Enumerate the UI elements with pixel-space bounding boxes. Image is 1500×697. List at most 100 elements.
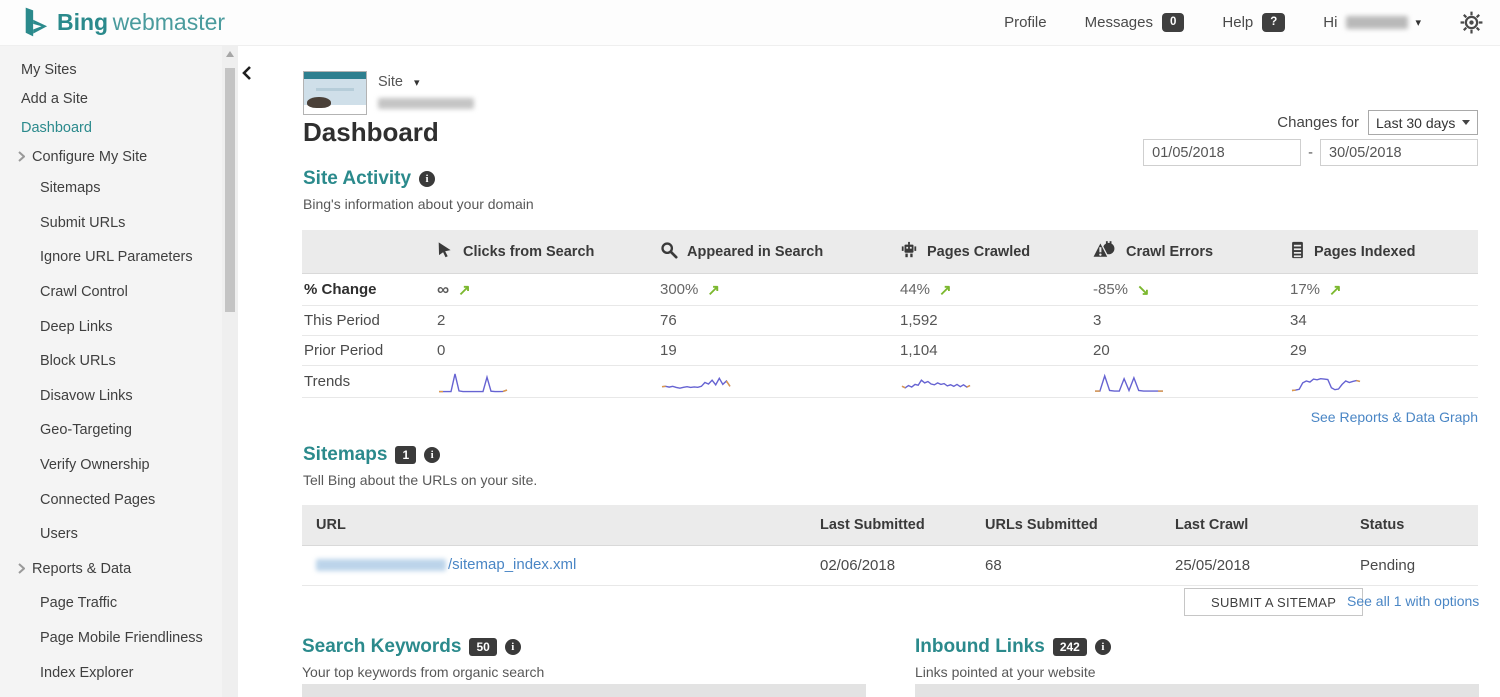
inbound-links-title[interactable]: Inbound Links	[915, 636, 1045, 658]
date-from-input[interactable]	[1143, 139, 1301, 166]
sitemaps-subtitle: Tell Bing about the URLs on your site.	[303, 472, 537, 488]
sidebar-item-configure-my-site[interactable]: Configure My Site	[0, 142, 238, 171]
activity-column-crawl-errors: Crawl Errors	[1086, 240, 1283, 263]
sidebar-item-disavow-links[interactable]: Disavow Links	[0, 379, 238, 414]
sitemap-urls-submitted: 68	[960, 557, 1150, 574]
profile-link[interactable]: Profile	[1004, 14, 1047, 31]
sitemaps-title[interactable]: Sitemaps	[303, 444, 387, 466]
sidebar-item-block-urls[interactable]: Block URLs	[0, 344, 238, 379]
sidebar-item-geo-targeting[interactable]: Geo-Targeting	[0, 413, 238, 448]
search-keywords-title[interactable]: Search Keywords	[302, 636, 461, 658]
this-period-value: 2	[430, 312, 653, 329]
sitemaps-table: URLLast SubmittedURLs SubmittedLast Craw…	[302, 505, 1478, 586]
submit-sitemap-button[interactable]: SUBMIT A SITEMAP	[1184, 588, 1363, 616]
activity-column-label: Crawl Errors	[1126, 244, 1213, 260]
site-dropdown[interactable]: Site ▾	[378, 71, 474, 90]
messages-link[interactable]: Messages 0	[1085, 13, 1185, 31]
date-range-dash: -	[1308, 145, 1313, 161]
sitemaps-column-last-submitted: Last Submitted	[770, 517, 960, 533]
search-icon	[660, 241, 678, 263]
this-period-row: This Period2761,592334	[302, 306, 1478, 336]
site-activity-table: Clicks from SearchAppeared in SearchPage…	[302, 230, 1478, 398]
trend-up-arrow-icon: ↗	[707, 281, 720, 299]
sidebar-item-submit-urls[interactable]: Submit URLs	[0, 206, 238, 241]
search-keywords-table-header	[302, 684, 866, 697]
sidebar-item-page-traffic[interactable]: Page Traffic	[0, 586, 238, 621]
see-reports-link[interactable]: See Reports & Data Graph	[1311, 409, 1478, 425]
site-activity-title[interactable]: Site Activity	[303, 168, 411, 190]
sidebar-item-deep-links[interactable]: Deep Links	[0, 309, 238, 344]
sidebar-item-label: Crawl Control	[40, 284, 128, 300]
sidebar-item-add-a-site[interactable]: Add a Site	[0, 84, 238, 113]
this-period-value: 34	[1283, 312, 1478, 329]
sidebar-item-verify-ownership[interactable]: Verify Ownership	[0, 448, 238, 483]
changes-for-row: Changes for Last 30 days	[1277, 110, 1478, 135]
inbound-links-subtitle: Links pointed at your website	[915, 664, 1479, 680]
cursor-icon	[437, 241, 454, 263]
percent-change-row: % Change∞↗300%↗44%↗-85%↘17%↗	[302, 274, 1478, 306]
bing-webmaster-logo[interactable]: Bing webmaster	[22, 7, 225, 38]
trend-down-arrow-icon: ↘	[1137, 281, 1150, 299]
search-keywords-subtitle: Your top keywords from organic search	[302, 664, 866, 680]
sidebar-item-users[interactable]: Users	[0, 517, 238, 552]
greeting-label: Hi	[1323, 14, 1337, 31]
site-label: Site	[378, 74, 403, 90]
help-link[interactable]: Help ?	[1222, 13, 1285, 31]
inbound-links-info-icon[interactable]: i	[1095, 639, 1111, 655]
sidebar-item-label: Add a Site	[21, 91, 88, 107]
activity-column-clicks-from-search: Clicks from Search	[430, 241, 653, 263]
sitemap-last-crawl: 25/05/2018	[1150, 557, 1340, 574]
trends-row: Trends	[302, 366, 1478, 398]
sidebar-item-page-mobile-friendliness[interactable]: Page Mobile Friendliness	[0, 621, 238, 656]
trend-up-arrow-icon: ↗	[458, 281, 471, 299]
sidebar-item-reports-data[interactable]: Reports & Data	[0, 552, 238, 587]
bing-logo-icon	[22, 7, 48, 38]
scroll-up-arrow-icon[interactable]	[226, 51, 234, 57]
thumbnail-image-blob	[307, 97, 331, 108]
sidebar-item-dashboard[interactable]: Dashboard	[0, 113, 238, 142]
sitemap-url-link[interactable]: /sitemap_index.xml	[316, 556, 576, 573]
percent-change-text: -85%	[1093, 281, 1128, 298]
sidebar-item-label: Page Mobile Friendliness	[40, 630, 203, 646]
prior-period-label: Prior Period	[302, 342, 430, 359]
trend-sparkline-pages-indexed	[1283, 369, 1478, 395]
redacted-sitemap-domain	[316, 559, 446, 571]
see-all-sitemaps-link[interactable]: See all 1 with options	[1347, 593, 1479, 609]
sidebar-item-label: Connected Pages	[40, 492, 155, 508]
activity-column-pages-indexed: Pages Indexed	[1283, 241, 1478, 263]
scrollbar-thumb[interactable]	[225, 68, 235, 312]
sidebar-item-sitemaps[interactable]: Sitemaps	[0, 171, 238, 206]
search-keywords-info-icon[interactable]: i	[505, 639, 521, 655]
site-activity-info-icon[interactable]: i	[419, 171, 435, 187]
redacted-site-url	[378, 98, 474, 109]
help-question-badge: ?	[1262, 13, 1285, 31]
sidebar-collapse-icon[interactable]	[242, 66, 251, 85]
sitemap-row: /sitemap_index.xml02/06/20186825/05/2018…	[302, 546, 1478, 586]
changes-for-label: Changes for	[1277, 114, 1359, 131]
sidebar-item-ignore-url-parameters[interactable]: Ignore URL Parameters	[0, 240, 238, 275]
sidebar-item-label: Geo-Targeting	[40, 422, 132, 438]
sitemap-status: Pending	[1340, 557, 1478, 574]
period-select-value: Last 30 days	[1376, 115, 1455, 131]
percent-change-value: 300%↗	[653, 281, 893, 299]
site-selector-area: Site ▾	[303, 71, 474, 115]
sitemaps-header-row: URLLast SubmittedURLs SubmittedLast Craw…	[302, 505, 1478, 546]
site-thumbnail[interactable]	[303, 71, 367, 115]
sitemaps-info-icon[interactable]: i	[424, 447, 440, 463]
sidebar-scrollbar[interactable]	[222, 46, 238, 697]
user-menu[interactable]: Hi ▾	[1323, 14, 1421, 31]
prior-period-row: Prior Period0191,1042029	[302, 336, 1478, 366]
inbound-links-section: Inbound Links 242 i Links pointed at you…	[915, 636, 1479, 680]
sidebar-item-crawl-control[interactable]: Crawl Control	[0, 275, 238, 310]
this-period-label: This Period	[302, 312, 430, 329]
period-select[interactable]: Last 30 days	[1368, 110, 1478, 135]
sidebar-item-connected-pages[interactable]: Connected Pages	[0, 482, 238, 517]
sidebar-item-my-sites[interactable]: My Sites	[0, 55, 238, 84]
date-to-input[interactable]	[1320, 139, 1478, 166]
sitemaps-section-head: Sitemaps 1 i Tell Bing about the URLs on…	[303, 444, 537, 488]
sitemap-url-cell: /sitemap_index.xml	[302, 556, 770, 575]
site-activity-section-head: Site Activity i Bing's information about…	[303, 168, 534, 212]
sitemaps-column-status: Status	[1340, 517, 1478, 533]
settings-gear-icon[interactable]	[1459, 10, 1484, 35]
sidebar-item-index-explorer[interactable]: Index Explorer	[0, 655, 238, 690]
